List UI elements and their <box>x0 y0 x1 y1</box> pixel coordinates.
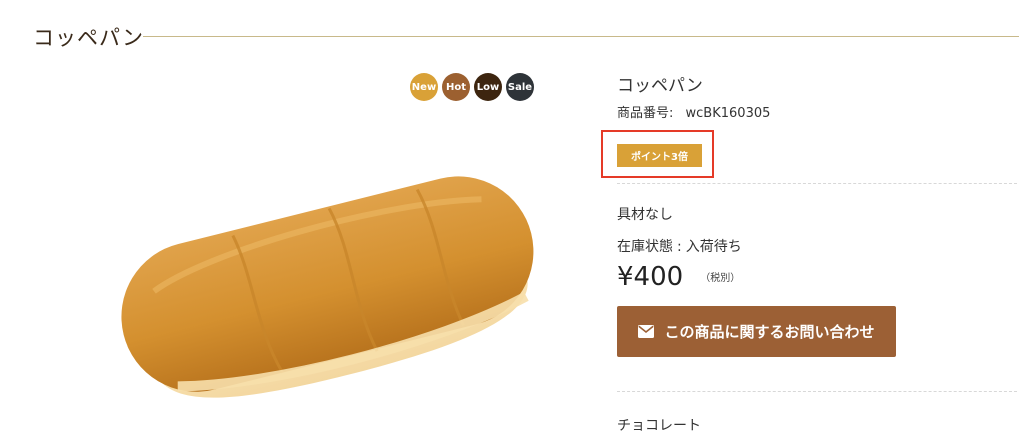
contact-button[interactable]: この商品に関するお問い合わせ <box>617 306 896 357</box>
badge-hot: Hot <box>442 73 470 101</box>
badge-new: New <box>410 73 438 101</box>
product-code-value: wcBK160305 <box>685 106 771 121</box>
price: ¥400 （税別） <box>617 262 740 292</box>
page-title: コッペパン <box>33 26 145 50</box>
contact-button-label: この商品に関するお問い合わせ <box>664 323 875 341</box>
title-divider <box>143 36 1019 37</box>
product-name: コッペパン <box>617 76 703 96</box>
price-value: ¥400 <box>617 262 684 292</box>
tax-note: （税別） <box>700 273 741 284</box>
product-badges: New Hot Low Sale <box>410 73 534 101</box>
stock-separator: : <box>677 239 682 255</box>
product-code-label: 商品番号: <box>617 106 674 121</box>
next-product-option: チョコレート <box>617 418 701 434</box>
product-image <box>121 176 534 398</box>
badge-sale: Sale <box>506 73 534 101</box>
stock-label: 在庫状態 <box>617 239 673 255</box>
envelope-icon <box>638 325 655 338</box>
point-badge: ポイント3倍 <box>617 144 702 167</box>
product-option: 具材なし <box>617 207 673 223</box>
page-header: コッペパン <box>33 18 1019 54</box>
product-page: コッペパン New Hot Low Sale コッペパン 商品番号: wcBK1… <box>0 0 1019 448</box>
badge-low: Low <box>474 73 502 101</box>
stock-value: 入荷待ち <box>685 239 742 255</box>
product-code: 商品番号: wcBK160305 <box>617 102 770 121</box>
divider <box>617 391 1017 392</box>
divider <box>617 183 1017 184</box>
stock-status: 在庫状態: 入荷待ち <box>617 236 742 256</box>
